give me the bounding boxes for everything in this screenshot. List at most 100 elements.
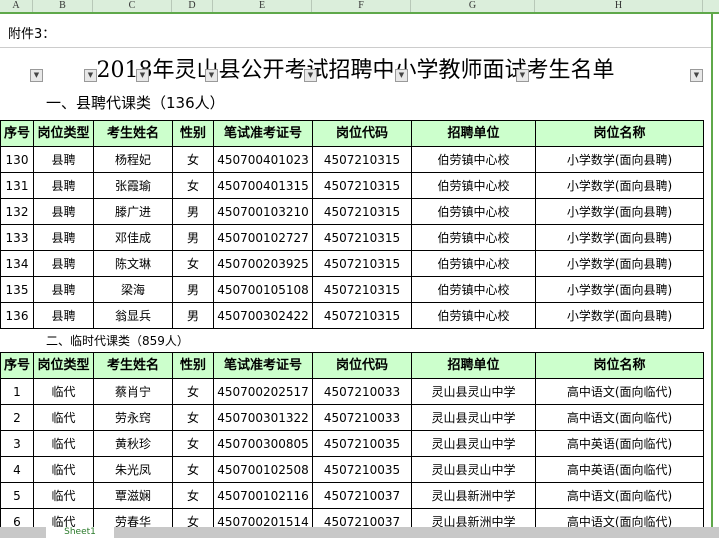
cell[interactable]: 4507210315 xyxy=(312,276,412,303)
cell[interactable]: 136 xyxy=(0,302,34,329)
cell[interactable]: 陈文琳 xyxy=(93,250,173,277)
cell[interactable]: 男 xyxy=(172,302,214,329)
cell[interactable]: 男 xyxy=(172,198,214,225)
cell[interactable]: 132 xyxy=(0,198,34,225)
cell[interactable]: 县聘 xyxy=(33,250,94,277)
cell[interactable]: 450700302422 xyxy=(213,302,313,329)
cell[interactable]: 4507210033 xyxy=(312,378,412,405)
cell[interactable]: 4507210315 xyxy=(312,250,412,277)
cell[interactable]: 张霞瑜 xyxy=(93,172,173,199)
cell[interactable]: 134 xyxy=(0,250,34,277)
cell[interactable]: 女 xyxy=(172,250,214,277)
cell[interactable]: 小学数学(面向县聘) xyxy=(535,172,704,199)
cell[interactable]: 450700401023 xyxy=(213,146,313,173)
cell[interactable]: 小学数学(面向县聘) xyxy=(535,302,704,329)
cell[interactable]: 杨程妃 xyxy=(93,146,173,173)
cell[interactable]: 4507210315 xyxy=(312,224,412,251)
column-header[interactable]: E xyxy=(213,0,312,12)
column-header[interactable]: F xyxy=(312,0,411,12)
cell[interactable]: 女 xyxy=(172,482,214,509)
cell[interactable]: 女 xyxy=(172,404,214,431)
cell[interactable]: 县聘 xyxy=(33,224,94,251)
cell[interactable]: 3 xyxy=(0,430,34,457)
cell[interactable]: 伯劳镇中心校 xyxy=(411,250,536,277)
cell[interactable]: 133 xyxy=(0,224,34,251)
cell[interactable]: 县聘 xyxy=(33,146,94,173)
cell[interactable]: 5 xyxy=(0,482,34,509)
cell[interactable]: 小学数学(面向县聘) xyxy=(535,198,704,225)
filter-dropdown-icon[interactable]: ▼ xyxy=(516,69,529,82)
cell[interactable]: 小学数学(面向县聘) xyxy=(535,276,704,303)
cell[interactable]: 男 xyxy=(172,224,214,251)
filter-dropdown-icon[interactable]: ▼ xyxy=(136,69,149,82)
cell[interactable]: 灵山县灵山中学 xyxy=(411,378,536,405)
cell[interactable]: 4507210035 xyxy=(312,456,412,483)
cell[interactable]: 450700102116 xyxy=(213,482,313,509)
cell[interactable]: 450700105108 xyxy=(213,276,313,303)
cell[interactable]: 邓佳成 xyxy=(93,224,173,251)
cell[interactable]: 伯劳镇中心校 xyxy=(411,172,536,199)
cell[interactable]: 伯劳镇中心校 xyxy=(411,198,536,225)
cell[interactable]: 高中语文(面向临代) xyxy=(535,404,704,431)
cell[interactable]: 高中英语(面向临代) xyxy=(535,456,704,483)
column-header[interactable]: H xyxy=(535,0,703,12)
cell[interactable]: 黄秋珍 xyxy=(93,430,173,457)
cell[interactable]: 灵山县灵山中学 xyxy=(411,430,536,457)
cell[interactable]: 450700202517 xyxy=(213,378,313,405)
cell[interactable]: 梁海 xyxy=(93,276,173,303)
column-header[interactable]: G xyxy=(411,0,535,12)
cell[interactable]: 4507210315 xyxy=(312,302,412,329)
cell[interactable]: 131 xyxy=(0,172,34,199)
cell[interactable]: 县聘 xyxy=(33,172,94,199)
cell[interactable]: 450700401315 xyxy=(213,172,313,199)
cell[interactable]: 蔡肖宁 xyxy=(93,378,173,405)
cell[interactable]: 450700300805 xyxy=(213,430,313,457)
column-header[interactable]: A xyxy=(0,0,33,12)
cell[interactable]: 滕广进 xyxy=(93,198,173,225)
cell[interactable]: 男 xyxy=(172,276,214,303)
cell[interactable]: 4 xyxy=(0,456,34,483)
cell[interactable]: 女 xyxy=(172,456,214,483)
filter-dropdown-icon[interactable]: ▼ xyxy=(84,69,97,82)
cell[interactable]: 临代 xyxy=(33,482,94,509)
cell[interactable]: 4507210035 xyxy=(312,430,412,457)
cell[interactable]: 覃滋娴 xyxy=(93,482,173,509)
cell[interactable]: 4507210315 xyxy=(312,172,412,199)
cell[interactable]: 翁显兵 xyxy=(93,302,173,329)
cell[interactable]: 临代 xyxy=(33,404,94,431)
cell[interactable]: 女 xyxy=(172,378,214,405)
cell[interactable]: 伯劳镇中心校 xyxy=(411,146,536,173)
cell[interactable]: 灵山县灵山中学 xyxy=(411,404,536,431)
cell[interactable]: 450700102508 xyxy=(213,456,313,483)
cell[interactable]: 伯劳镇中心校 xyxy=(411,302,536,329)
cell[interactable]: 高中语文(面向临代) xyxy=(535,482,704,509)
cell[interactable]: 4507210315 xyxy=(312,198,412,225)
cell[interactable]: 伯劳镇中心校 xyxy=(411,224,536,251)
cell[interactable]: 1 xyxy=(0,378,34,405)
cell[interactable]: 临代 xyxy=(33,456,94,483)
cell[interactable]: 450700203925 xyxy=(213,250,313,277)
cell[interactable]: 2 xyxy=(0,404,34,431)
cell[interactable]: 450700301322 xyxy=(213,404,313,431)
cell[interactable]: 县聘 xyxy=(33,198,94,225)
cell[interactable]: 4507210033 xyxy=(312,404,412,431)
cell[interactable]: 朱光凤 xyxy=(93,456,173,483)
cell[interactable]: 小学数学(面向县聘) xyxy=(535,250,704,277)
cell[interactable]: 130 xyxy=(0,146,34,173)
column-header[interactable]: C xyxy=(93,0,172,12)
filter-dropdown-icon[interactable]: ▼ xyxy=(690,69,703,82)
cell[interactable]: 高中英语(面向临代) xyxy=(535,430,704,457)
filter-dropdown-icon[interactable]: ▼ xyxy=(395,69,408,82)
cell[interactable]: 450700103210 xyxy=(213,198,313,225)
cell[interactable]: 劳永窍 xyxy=(93,404,173,431)
cell[interactable]: 450700102727 xyxy=(213,224,313,251)
column-header[interactable]: D xyxy=(172,0,213,12)
cell[interactable]: 灵山县灵山中学 xyxy=(411,456,536,483)
cell[interactable]: 135 xyxy=(0,276,34,303)
cell[interactable]: 县聘 xyxy=(33,276,94,303)
cell[interactable]: 女 xyxy=(172,430,214,457)
cell[interactable]: 高中语文(面向临代) xyxy=(535,378,704,405)
filter-dropdown-icon[interactable]: ▼ xyxy=(205,69,218,82)
cell[interactable]: 临代 xyxy=(33,430,94,457)
cell[interactable]: 女 xyxy=(172,146,214,173)
